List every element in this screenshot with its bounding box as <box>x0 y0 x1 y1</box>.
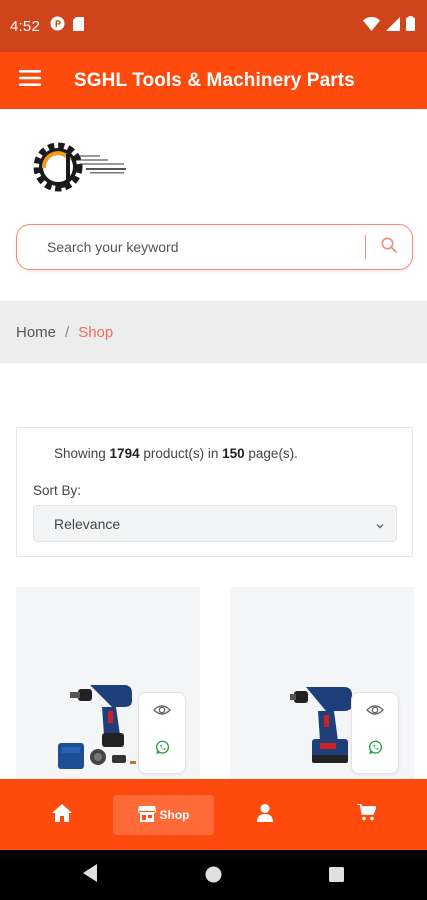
results-prefix: Showing <box>54 446 110 461</box>
breadcrumb: Home / Shop <box>0 301 427 363</box>
search-button[interactable] <box>366 227 412 267</box>
nav-shop-label: Shop <box>159 808 190 822</box>
nav-home-button[interactable] <box>42 795 82 835</box>
hamburger-menu-icon <box>19 70 41 91</box>
gear-logo-icon <box>33 142 83 192</box>
eye-icon <box>366 703 384 721</box>
battery-icon <box>406 16 415 36</box>
app-notification-icon <box>50 16 65 36</box>
app-title: SGHL Tools & Machinery Parts <box>74 69 355 91</box>
sd-card-icon <box>73 16 84 36</box>
sort-label: Sort By: <box>33 483 82 498</box>
results-suffix: page(s). <box>244 446 298 461</box>
status-time: 4:52 <box>10 17 40 35</box>
user-icon <box>257 803 273 827</box>
store-icon <box>137 805 156 825</box>
cart-icon <box>356 803 377 826</box>
results-count-text: Showing 1794 product(s) in 150 page(s). <box>54 446 298 461</box>
wifi-icon <box>363 16 380 36</box>
results-summary-card: Showing 1794 product(s) in 150 page(s). … <box>16 427 413 557</box>
whatsapp-share-button[interactable] <box>352 731 398 769</box>
home-icon <box>52 803 72 827</box>
system-navigation-bar <box>0 850 427 900</box>
cellular-signal-icon <box>386 16 400 36</box>
store-logo[interactable] <box>30 138 140 196</box>
search-icon <box>381 237 397 258</box>
status-notification-icons <box>50 16 84 36</box>
menu-button[interactable] <box>8 59 52 103</box>
back-icon[interactable] <box>82 863 98 888</box>
whatsapp-icon <box>155 740 170 760</box>
results-middle: product(s) in <box>139 446 223 461</box>
product-actions <box>138 692 186 774</box>
quick-view-button[interactable] <box>352 693 398 731</box>
status-system-icons <box>363 16 415 36</box>
product-image[interactable] <box>290 679 360 771</box>
nav-account-button[interactable] <box>245 795 285 835</box>
search-bar <box>16 224 413 270</box>
breadcrumb-separator: / <box>65 323 70 341</box>
breadcrumb-home-link[interactable]: Home <box>16 324 56 341</box>
page-count: 150 <box>222 446 245 461</box>
nav-cart-button[interactable] <box>346 795 386 835</box>
product-card[interactable] <box>230 587 414 787</box>
sort-selected-value: Relevance <box>54 515 121 532</box>
eye-icon <box>153 703 171 721</box>
product-image[interactable] <box>52 675 152 775</box>
home-circle-icon[interactable] <box>205 866 222 888</box>
quick-view-button[interactable] <box>139 693 185 731</box>
nav-shop-button[interactable]: Shop <box>113 795 214 835</box>
whatsapp-share-button[interactable] <box>139 731 185 769</box>
recents-square-icon[interactable] <box>329 867 344 887</box>
status-bar: 4:52 <box>0 0 427 52</box>
bottom-navigation: Shop <box>0 779 427 850</box>
breadcrumb-current: Shop <box>78 323 114 341</box>
search-input[interactable] <box>47 239 337 255</box>
app-bar: SGHL Tools & Machinery Parts <box>0 52 427 109</box>
whatsapp-icon <box>368 740 383 760</box>
product-count: 1794 <box>109 446 140 461</box>
product-card[interactable] <box>16 587 200 787</box>
product-actions <box>351 692 399 774</box>
chevron-down-icon <box>375 518 385 534</box>
sort-select[interactable]: Relevance <box>33 505 397 542</box>
